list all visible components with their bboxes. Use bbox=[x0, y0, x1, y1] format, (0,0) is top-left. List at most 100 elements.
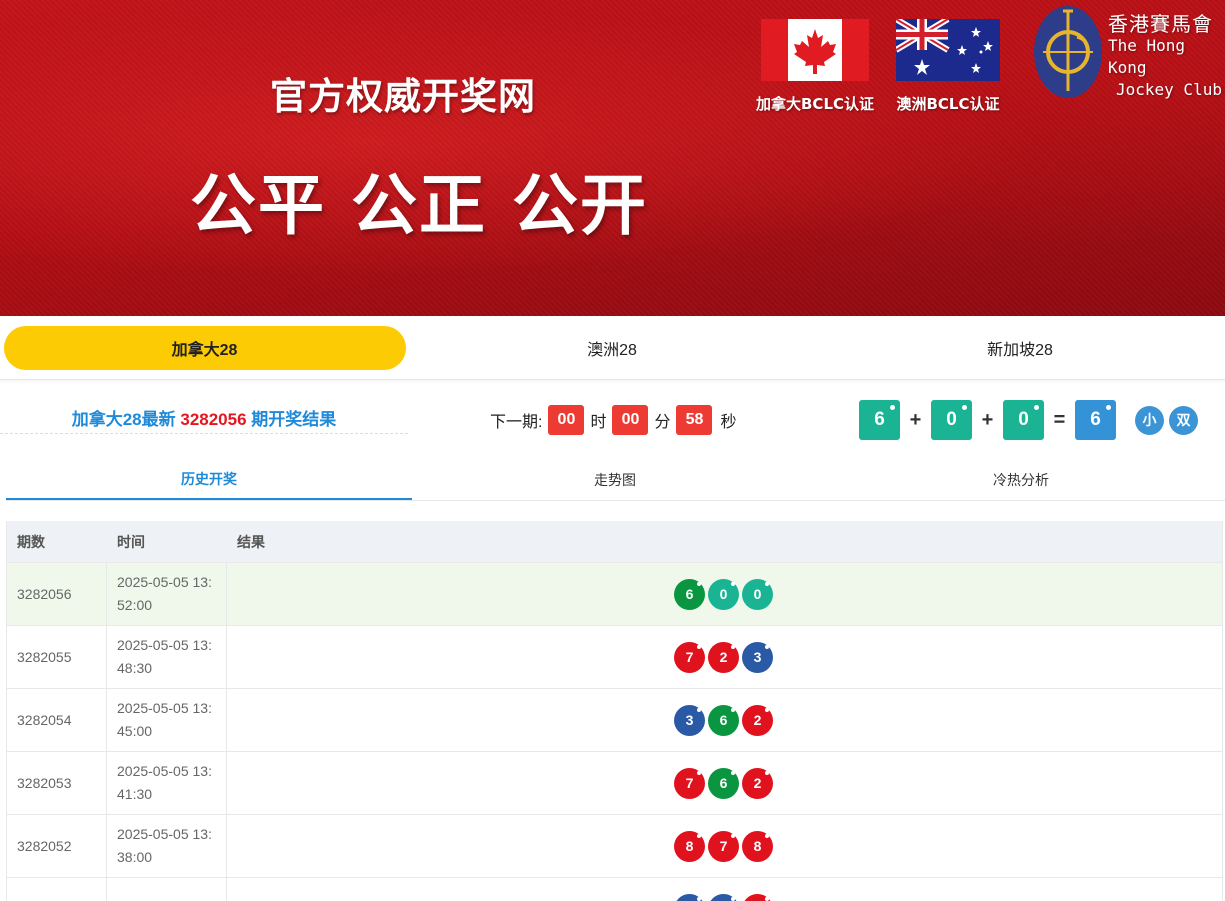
row-result: 762 bbox=[227, 752, 1222, 814]
row-time: 2025-05-05 13: 52:00 bbox=[107, 563, 227, 625]
header-issue: 期数 bbox=[17, 533, 45, 550]
result-ball: 7 bbox=[708, 830, 739, 862]
result-info-bar: 加拿大28最新 3282056 期开奖结果 下一期: 00 时 00 分 58 … bbox=[0, 384, 1225, 454]
result-ball bbox=[708, 893, 739, 901]
result-ball bbox=[674, 893, 705, 901]
result-ball: 2 bbox=[742, 704, 773, 736]
latest-result-title: 加拿大28最新 3282056 期开奖结果 bbox=[0, 405, 408, 434]
row-time-text: 2025-05-05 13: 48:30 bbox=[117, 634, 212, 680]
tab-singapore28-label: 新加坡28 bbox=[987, 341, 1053, 359]
tab-canada28[interactable]: 加拿大28 bbox=[0, 316, 408, 379]
row-date: 2025-05-05 13: bbox=[117, 700, 212, 716]
countdown-label: 下一期: bbox=[490, 414, 543, 431]
row-issue bbox=[7, 878, 107, 901]
table-header: 期数 时间 结果 bbox=[7, 521, 1222, 562]
row-result: 878 bbox=[227, 815, 1222, 877]
result-ball: 0 bbox=[708, 578, 739, 610]
plus-sign: + bbox=[909, 408, 922, 431]
size-tag: 小 bbox=[1135, 405, 1164, 435]
row-issue: 3282054 bbox=[7, 689, 107, 751]
countdown-hours: 00 bbox=[548, 405, 585, 435]
row-time: 2025-05-05 13: 38:00 bbox=[107, 815, 227, 877]
result-ball: 8 bbox=[674, 830, 705, 862]
row-clock: 45:00 bbox=[117, 723, 153, 739]
table-row: 3282056 2025-05-05 13: 52:00 6 0 0 bbox=[7, 562, 1222, 625]
row-time: 2025-05-05 13: bbox=[107, 878, 227, 901]
result-ball: 3 bbox=[742, 641, 773, 673]
equation-number-2: 0 bbox=[931, 400, 972, 440]
table-row: 2025-05-05 13: bbox=[7, 877, 1222, 901]
lottery-tabs: 加拿大28 澳洲28 新加坡28 bbox=[0, 316, 1225, 380]
row-clock: 48:30 bbox=[117, 660, 153, 676]
tab-australia28-label: 澳洲28 bbox=[587, 341, 637, 359]
row-time: 2025-05-05 13: 45:00 bbox=[107, 689, 227, 751]
row-result bbox=[227, 878, 1222, 901]
tab-singapore28[interactable]: 新加坡28 bbox=[816, 316, 1224, 379]
tab-australia28[interactable]: 澳洲28 bbox=[408, 316, 816, 379]
row-date: 2025-05-05 13: bbox=[117, 763, 212, 779]
equals-sign: = bbox=[1053, 408, 1066, 431]
tab-canada28-label: 加拿大28 bbox=[171, 341, 238, 359]
countdown-minutes: 00 bbox=[612, 405, 649, 435]
latest-result-equation: 6 + 0 + 0 = 6 小 双 bbox=[859, 400, 1198, 440]
row-issue: 3282053 bbox=[7, 752, 107, 814]
tab-hot-cold-analysis[interactable]: 冷热分析 bbox=[818, 459, 1224, 500]
table-row: 3282054 2025-05-05 13: 45:00 3 6 2 bbox=[7, 688, 1222, 751]
australia-cert-label: 澳洲BCLC认证 bbox=[896, 95, 1000, 113]
result-ball: 7 bbox=[674, 767, 705, 799]
tab-history[interactable]: 历史开奖 bbox=[6, 459, 412, 500]
row-time-text: 2025-05-05 13: bbox=[117, 898, 212, 901]
result-ball: 7 bbox=[674, 641, 705, 673]
canada-cert-label: 加拿大BCLC认证 bbox=[756, 95, 875, 113]
view-tabs: 历史开奖 走势图 冷热分析 bbox=[6, 459, 1225, 501]
banner-subtitle: 官方权威开奖网 bbox=[270, 75, 536, 118]
header-banner: 官方权威开奖网 公平 公正 公开 加拿大BCLC认证 澳洲BCLC认证 香港賽馬… bbox=[0, 0, 1225, 316]
result-ball: 2 bbox=[708, 641, 739, 673]
row-clock: 52:00 bbox=[117, 597, 153, 613]
hkjc-en-name-line2: Jockey Club bbox=[1116, 80, 1222, 99]
latest-prefix: 加拿大28最新 bbox=[71, 410, 176, 429]
row-result: 723 bbox=[227, 626, 1222, 688]
hkjc-en-name-line1: The Hong Kong bbox=[1108, 36, 1186, 77]
result-ball: 3 bbox=[674, 704, 705, 736]
hkjc-zh-name: 香港賽馬會 bbox=[1108, 12, 1213, 36]
row-issue: 3282055 bbox=[7, 626, 107, 688]
row-result: 362 bbox=[227, 689, 1222, 751]
result-ball bbox=[742, 893, 773, 901]
countdown-minutes-unit: 分 bbox=[654, 414, 671, 431]
tab-canada28-pill: 加拿大28 bbox=[3, 325, 406, 370]
row-time: 2025-05-05 13: 48:30 bbox=[107, 626, 227, 688]
tab-trend-chart[interactable]: 走势图 bbox=[412, 459, 818, 500]
result-ball: 6 bbox=[674, 578, 705, 610]
countdown-seconds-unit: 秒 bbox=[720, 414, 737, 431]
hkjc-emblem-icon bbox=[1034, 6, 1102, 98]
table-row: 3282053 2025-05-05 13: 41:30 7 6 2 bbox=[7, 751, 1222, 814]
row-clock: 41:30 bbox=[117, 786, 153, 802]
banner-title: 公平 公正 公开 bbox=[190, 167, 648, 244]
countdown-hours-unit: 时 bbox=[590, 414, 607, 431]
row-clock: 38:00 bbox=[117, 849, 153, 865]
row-issue: 3282056 bbox=[7, 563, 107, 625]
history-table: 期数 时间 结果 3282056 2025-05-05 13: 52:00 6 0 0 32… bbox=[6, 521, 1223, 901]
plus-sign: + bbox=[981, 408, 994, 431]
row-issue: 3282052 bbox=[7, 815, 107, 877]
header-time: 时间 bbox=[117, 533, 145, 550]
canada-flag-icon bbox=[761, 19, 869, 81]
parity-tag: 双 bbox=[1169, 405, 1198, 435]
hkjc-logo: 香港賽馬會 The Hong Kong Jockey Club bbox=[1033, 5, 1223, 100]
australia-flag-icon bbox=[894, 16, 1000, 81]
row-date: 2025-05-05 13: bbox=[117, 898, 212, 901]
table-body: 3282056 2025-05-05 13: 52:00 6 0 0 3282055 2025… bbox=[7, 562, 1222, 901]
result-ball: 6 bbox=[708, 767, 739, 799]
header-result: 结果 bbox=[237, 533, 265, 550]
latest-suffix: 期开奖结果 bbox=[251, 410, 337, 429]
australia-cert: 澳洲BCLC认证 bbox=[894, 16, 1000, 114]
row-time-text: 2025-05-05 13: 45:00 bbox=[117, 697, 212, 743]
result-ball: 6 bbox=[708, 704, 739, 736]
row-date: 2025-05-05 13: bbox=[117, 574, 212, 590]
row-time-text: 2025-05-05 13: 52:00 bbox=[117, 571, 212, 617]
countdown-seconds: 58 bbox=[676, 405, 713, 435]
row-result: 600 bbox=[227, 563, 1222, 625]
row-date: 2025-05-05 13: bbox=[117, 826, 212, 842]
equation-number-1: 6 bbox=[859, 400, 900, 440]
